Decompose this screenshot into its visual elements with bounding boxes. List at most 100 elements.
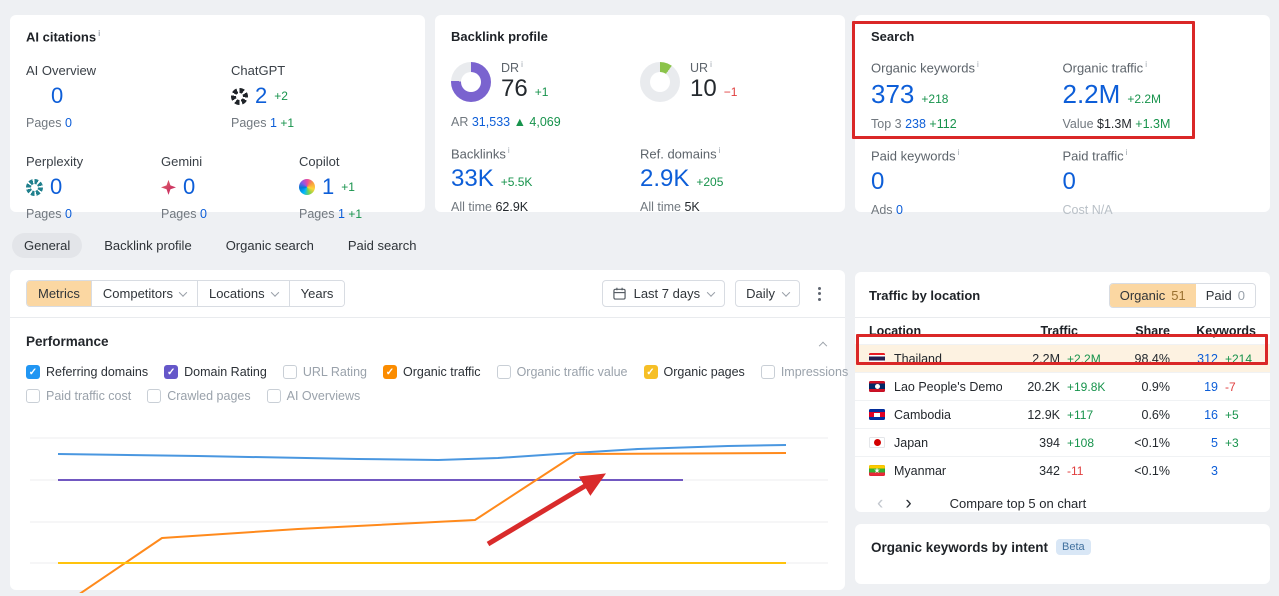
keywords-count[interactable]: 19 (1170, 380, 1218, 394)
location-name: Japan (894, 435, 929, 450)
compare-top5-link[interactable]: Compare top 5 on chart (950, 496, 1087, 511)
metric-checkbox[interactable]: Organic pages (643, 365, 745, 379)
pages-count[interactable]: 1 (338, 207, 345, 221)
checkbox-icon (266, 389, 281, 403)
organic-keywords-label: Organic keywords i (871, 60, 979, 76)
pages-label: Pages (26, 207, 62, 222)
locations-button[interactable]: Locations (196, 281, 289, 306)
country-flag-icon (869, 465, 885, 476)
traffic-change: -11 (1067, 463, 1084, 478)
ahrefs-dashboard: { "ui": { "info": "i" }, "colors": { "li… (0, 0, 1279, 596)
search-title: Search (871, 29, 915, 44)
backlinks-value[interactable]: 33K (451, 165, 494, 193)
metric-checkbox[interactable]: Paid traffic cost (26, 389, 131, 403)
ai-source-icon (161, 179, 176, 195)
date-range-button[interactable]: Last 7 days (601, 280, 726, 307)
organic-toggle[interactable]: Organic 51 (1109, 284, 1196, 307)
traffic-value: 342 (1039, 463, 1060, 478)
tab[interactable]: Organic search (214, 233, 326, 258)
competitors-button[interactable]: Competitors (90, 281, 197, 306)
keywords-count[interactable]: 312 (1170, 352, 1218, 366)
pages-label: Pages (26, 116, 62, 131)
organic-keywords-block: Organic keywords i 373 +218 Top 3 238 +112… (871, 60, 1063, 217)
traffic-change: +2.2M (1067, 351, 1101, 366)
traffic-value-line: Value $1.3M +1.3M (1062, 117, 1171, 132)
ai-citations-title: AI citations i (26, 29, 101, 45)
location-row[interactable]: Cambodia 12.9K +117 0.6% 16 +5 (855, 400, 1270, 428)
location-row[interactable]: Japan 394 +108 <0.1% 5 +3 (855, 428, 1270, 456)
info-icon: i (710, 60, 712, 69)
keywords-count[interactable]: 16 (1170, 408, 1218, 422)
ar-value[interactable]: 31,533 (472, 115, 510, 129)
dr-donut-chart (451, 61, 491, 102)
location-row[interactable]: Lao People's Democratic Reput 20.2K +19.8… (855, 372, 1270, 400)
ref-domains-label: Ref. domains i (640, 146, 721, 162)
paid-keywords-value[interactable]: 0 (871, 168, 884, 196)
checkbox-icon (164, 365, 179, 379)
keywords-change: -7 (1225, 379, 1236, 394)
granularity-button[interactable]: Daily (735, 280, 800, 307)
paid-traffic-value[interactable]: 0 (1063, 168, 1076, 196)
metric-checkbox[interactable]: Impressions (760, 365, 848, 379)
organic-traffic-label: Organic traffic i (1062, 60, 1147, 76)
organic-traffic-change: +2.2M (1127, 92, 1161, 107)
more-options-kebab-icon[interactable] (810, 283, 829, 305)
location-row[interactable]: Thailand 2.2M +2.2M 98.4% 312 +214 (855, 344, 1270, 372)
tab[interactable]: Backlink profile (92, 233, 203, 258)
beta-badge: Beta (1056, 539, 1091, 555)
tab[interactable]: Paid search (336, 233, 429, 258)
country-flag-icon (869, 381, 885, 392)
traffic-by-location-card: Traffic by location Organic 51 Paid 0 Loca… (855, 272, 1270, 513)
dr-value: 76 (501, 75, 528, 103)
dr-column: DR i 76 +1 AR 31,533 ▲ 4,069 Backlinks i 33… (451, 60, 640, 214)
location-row[interactable]: Myanmar 342 -11 <0.1% 3 (855, 456, 1270, 484)
next-page-arrow-icon[interactable]: › (897, 494, 919, 513)
checkbox-icon (147, 389, 162, 403)
backlinks-alltime: All time 62.9K (451, 200, 529, 215)
country-flag-icon (869, 437, 885, 448)
prev-page-arrow-icon[interactable]: ‹ (869, 494, 891, 513)
organic-keywords-value[interactable]: 373 (871, 79, 914, 110)
pages-count[interactable]: 0 (65, 116, 72, 130)
checkbox-icon (26, 365, 40, 379)
ai-source-name: Copilot (299, 154, 340, 170)
paid-toggle[interactable]: Paid 0 (1195, 284, 1255, 307)
citations-count[interactable]: 2 (255, 83, 267, 109)
ai-citations-card: AI citations i AI Overview 0 Pages 0 Chat… (10, 15, 425, 221)
performance-chart[interactable] (28, 415, 834, 596)
dr-label: DR i (501, 60, 523, 76)
citations-count[interactable]: 0 (51, 83, 63, 109)
metric-checkbox[interactable]: Referring domains (26, 365, 148, 379)
metric-checkbox[interactable]: Domain Rating (164, 365, 267, 379)
pages-count[interactable]: 1 (270, 116, 277, 130)
organic-traffic-value[interactable]: 2.2M (1063, 79, 1121, 110)
traffic-value: 394 (1039, 435, 1060, 450)
collapse-section-button[interactable] (817, 331, 829, 352)
ai-citation-item: Gemini 0 Pages 0 (161, 154, 299, 221)
ref-domains-value[interactable]: 2.9K (640, 165, 689, 193)
ai-citation-item: Perplexity 0 Pages 0 (26, 154, 161, 221)
keywords-count[interactable]: 5 (1170, 436, 1218, 450)
tab[interactable]: General (12, 233, 83, 258)
share-value: 98.4% (1134, 351, 1170, 366)
metric-checkbox[interactable]: URL Rating (282, 365, 367, 379)
metrics-button[interactable]: Metrics (27, 281, 91, 306)
years-button[interactable]: Years (288, 281, 345, 306)
pages-label: Pages (161, 207, 197, 222)
pages-count[interactable]: 0 (65, 207, 72, 221)
ar-line: AR 31,533 ▲ 4,069 (451, 115, 561, 130)
metric-checkbox[interactable]: Crawled pages (147, 389, 251, 403)
pages-count[interactable]: 0 (200, 207, 207, 221)
metric-checkbox[interactable]: AI Overviews (266, 389, 360, 403)
citations-count[interactable]: 0 (50, 174, 62, 200)
metric-checkbox[interactable]: Organic traffic (382, 365, 481, 379)
divider (10, 317, 845, 318)
citations-count[interactable]: 1 (322, 174, 334, 200)
organic-keywords-change: +218 (921, 92, 949, 107)
report-tabs: General Backlink profile Organic search … (12, 233, 429, 258)
ur-change: −1 (723, 85, 738, 100)
metric-checkbox[interactable]: Organic traffic value (496, 365, 628, 379)
top3-value[interactable]: 238 (905, 117, 926, 131)
citations-count[interactable]: 0 (183, 174, 195, 200)
keywords-count[interactable]: 3 (1170, 464, 1218, 478)
